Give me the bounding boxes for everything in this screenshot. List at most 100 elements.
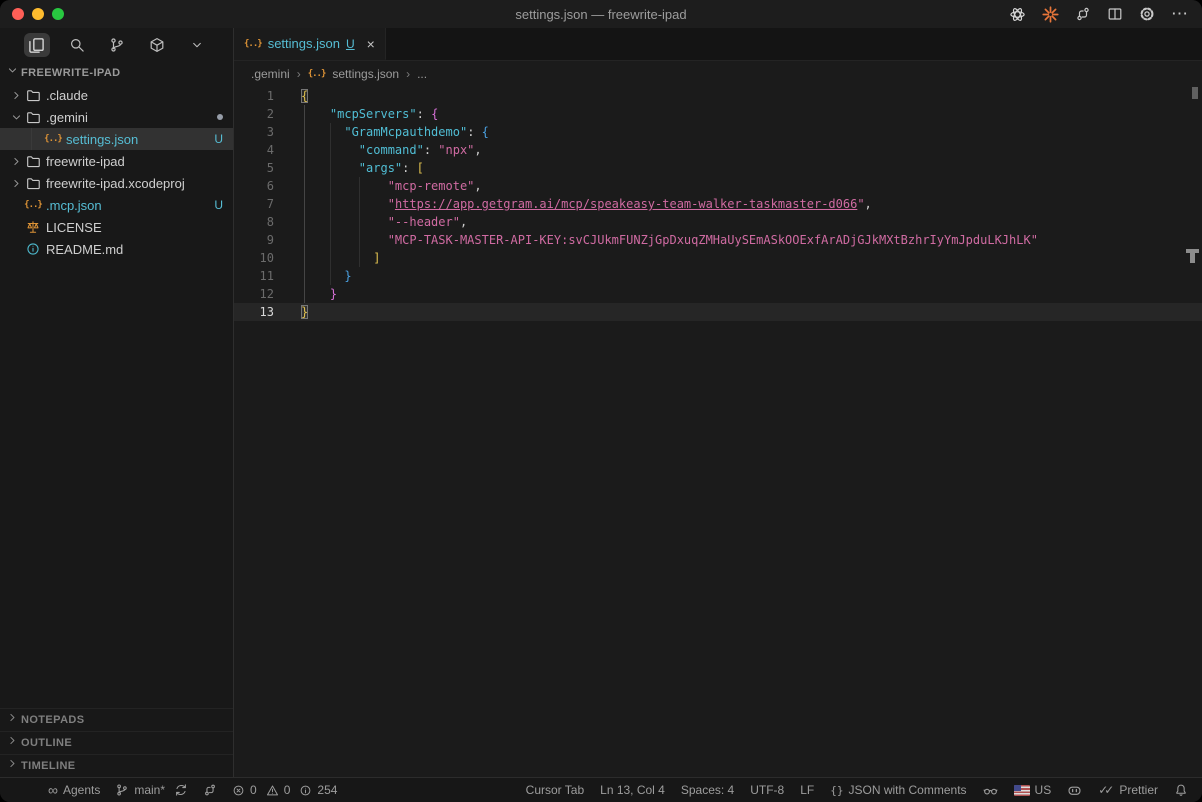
chevron-right-icon [6, 757, 19, 775]
status-notifications[interactable] [1174, 783, 1188, 797]
tree-item--claude[interactable]: .claude [0, 84, 233, 106]
tree-item-freewrite-ipad[interactable]: freewrite-ipad [0, 150, 233, 172]
tree-item-settings-json[interactable]: {..}settings.jsonU [0, 128, 233, 150]
activity-extensions-icon[interactable] [144, 33, 170, 57]
code-line-4[interactable]: 4 "command": "npx", [234, 141, 1202, 159]
status-eol[interactable]: LF [800, 783, 814, 797]
status-warnings[interactable]: 0 [266, 783, 291, 797]
status-agents[interactable]: ∞Agents [48, 783, 100, 797]
compare-icon [203, 783, 217, 797]
sync-icon [174, 783, 188, 797]
code-line-10[interactable]: 10 ] [234, 249, 1202, 267]
json-file-icon: {..} [308, 69, 326, 79]
code-line-13[interactable]: 13} [234, 303, 1202, 321]
status-cursor-tab[interactable]: Cursor Tab [526, 783, 584, 797]
status-formatter[interactable]: ✓✓Prettier [1098, 783, 1158, 797]
chevron-down-icon [6, 64, 19, 82]
status-git-graph[interactable] [203, 783, 217, 797]
status-errors[interactable]: 0 [232, 783, 257, 797]
code-line-12[interactable]: 12 } [234, 285, 1202, 303]
chevron-right-icon: › [406, 67, 410, 81]
line-number: 9 [234, 231, 274, 249]
modified-contents-dot [217, 114, 223, 120]
app-window: settings.json — freewrite-ipad ⋯ FREEWRI… [0, 0, 1202, 802]
code-line-7[interactable]: 7 "https://app.getgram.ai/mcp/speakeasy-… [234, 195, 1202, 213]
info-icon [299, 784, 312, 797]
status-review[interactable] [983, 783, 998, 798]
code-editor[interactable]: 1{2 "mcpServers": {3 "GramMcpauthdemo": … [234, 87, 1202, 777]
chevron-right-icon [8, 177, 24, 190]
breadcrumb-file[interactable]: settings.json [332, 67, 399, 81]
openai-icon[interactable] [1009, 6, 1026, 23]
line-content: { [301, 87, 308, 105]
status-encoding[interactable]: UTF-8 [750, 783, 784, 797]
tree-item-label: freewrite-ipad [46, 154, 125, 169]
code-line-8[interactable]: 8 "--header", [234, 213, 1202, 231]
status-keyboard-layout-label: US [1035, 783, 1052, 797]
code-line-2[interactable]: 2 "mcpServers": { [234, 105, 1202, 123]
settings-gear-icon[interactable] [1139, 6, 1155, 22]
line-number: 4 [234, 141, 274, 159]
sidebar-spacer [0, 260, 233, 708]
status-right: Cursor Tab Ln 13, Col 4 Spaces: 4 UTF-8 LF {}… [510, 783, 1188, 798]
source-control-icon [109, 37, 125, 53]
activity-explorer-copy-icon[interactable] [24, 33, 50, 57]
git-compare-icon[interactable] [1075, 6, 1091, 22]
code-line-1[interactable]: 1{ [234, 87, 1202, 105]
status-info-count-label: 254 [317, 783, 337, 797]
code-line-5[interactable]: 5 "args": [ [234, 159, 1202, 177]
claude-spark-icon[interactable] [1042, 6, 1059, 23]
tab-settings-json[interactable]: {..} settings.json U × [234, 28, 386, 60]
status-copilot[interactable] [1067, 783, 1082, 798]
more-ellipsis-icon[interactable]: ⋯ [1171, 9, 1188, 19]
line-content: "args": [ [301, 159, 424, 177]
breadcrumb-folder[interactable]: .gemini [251, 67, 290, 81]
minimize-window-button[interactable] [32, 8, 44, 20]
line-number: 13 [234, 303, 274, 321]
branch-icon [115, 783, 129, 797]
line-number: 2 [234, 105, 274, 123]
status-sync[interactable] [174, 783, 188, 797]
infinity-icon: ∞ [48, 785, 58, 795]
tree-item-label: freewrite-ipad.xcodeproj [46, 176, 185, 191]
section-timeline[interactable]: TIMELINE [0, 754, 233, 777]
activity-search-icon[interactable] [64, 33, 90, 57]
line-number: 7 [234, 195, 274, 213]
line-number: 12 [234, 285, 274, 303]
split-editor-icon[interactable] [1107, 6, 1123, 22]
activity-source-control-icon[interactable] [104, 33, 130, 57]
line-content: "GramMcpauthdemo": { [301, 123, 489, 141]
tree-item-label: settings.json [66, 132, 138, 147]
close-window-button[interactable] [12, 8, 24, 20]
chevron-right-icon [6, 734, 19, 752]
status-indentation[interactable]: Spaces: 4 [681, 783, 734, 797]
status-cursor-position-label: Ln 13, Col 4 [600, 783, 665, 797]
code-line-11[interactable]: 11 } [234, 267, 1202, 285]
braces-icon: {} [830, 784, 843, 797]
activity-chevron-down-icon[interactable] [184, 33, 210, 57]
status-left: ∞Agents main* 00 254 [48, 783, 352, 797]
tree-item-freewrite-ipad-xcodeproj[interactable]: freewrite-ipad.xcodeproj [0, 172, 233, 194]
chevron-down-icon [8, 111, 24, 124]
explorer-section-header[interactable]: FREEWRITE-IPAD [0, 62, 233, 84]
status-keyboard-layout[interactable]: US [1014, 783, 1052, 797]
zoom-window-button[interactable] [52, 8, 64, 20]
status-git-branch[interactable]: main* [115, 783, 165, 797]
code-line-6[interactable]: 6 "mcp-remote", [234, 177, 1202, 195]
status-info-count[interactable]: 254 [299, 783, 337, 797]
tree-item-readme-md[interactable]: README.md [0, 238, 233, 260]
tree-item--gemini[interactable]: .gemini [0, 106, 233, 128]
close-tab-icon[interactable]: × [367, 36, 375, 52]
tree-item--mcp-json[interactable]: {..}.mcp.jsonU [0, 194, 233, 216]
code-line-3[interactable]: 3 "GramMcpauthdemo": { [234, 123, 1202, 141]
chevron-down-icon [190, 38, 204, 52]
breadcrumb-symbol[interactable]: ... [417, 67, 427, 81]
section-notepads[interactable]: NOTEPADS [0, 708, 233, 731]
section-outline[interactable]: OUTLINE [0, 731, 233, 754]
status-language-mode[interactable]: {}JSON with Comments [830, 783, 966, 797]
error-icon [232, 784, 245, 797]
titlebar: settings.json — freewrite-ipad ⋯ [0, 0, 1202, 28]
status-cursor-position[interactable]: Ln 13, Col 4 [600, 783, 665, 797]
code-line-9[interactable]: 9 "MCP-TASK-MASTER-API-KEY:svCJUkmFUNZjG… [234, 231, 1202, 249]
tree-item-license[interactable]: LICENSE [0, 216, 233, 238]
